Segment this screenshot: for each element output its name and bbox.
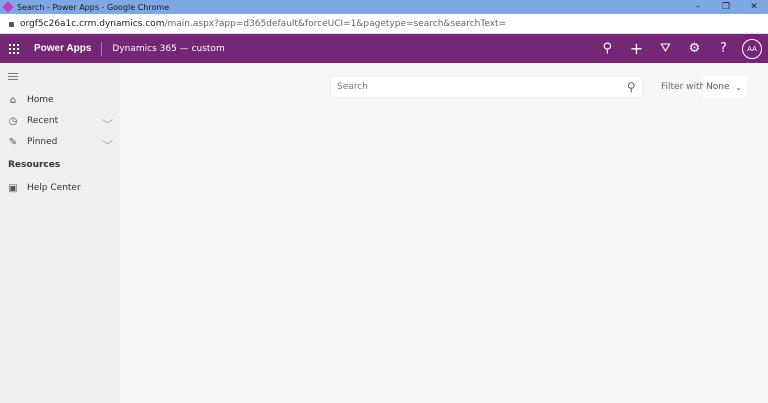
chevron-down-icon[interactable]: ⌵ bbox=[102, 116, 113, 126]
settings-gear-icon[interactable]: ⚙ bbox=[680, 41, 709, 56]
top-nav-bar: Power Apps Dynamics 365 — custom ⚲ + ⛛ ⚙… bbox=[0, 34, 768, 63]
url-host: orgf5c26a1c.crm.dynamics.com bbox=[20, 18, 165, 29]
sidebar-item-label: Home bbox=[27, 95, 54, 105]
minimize-button[interactable]: – bbox=[684, 0, 712, 14]
clock-icon: ◷ bbox=[8, 115, 18, 127]
avatar[interactable]: AA bbox=[742, 38, 762, 59]
sidebar-item-label: Pinned bbox=[27, 137, 58, 147]
hamburger-menu-icon[interactable] bbox=[8, 73, 18, 82]
sidebar-item-home[interactable]: ⌂ Home bbox=[0, 90, 120, 110]
pin-icon: ✎ bbox=[8, 136, 18, 148]
window-title: Search - Power Apps - Google Chrome bbox=[17, 2, 170, 12]
sidebar: ⌂ Home ◷ Recent ⌵ ✎ Pinned ⌵ Resources ▣… bbox=[0, 63, 120, 403]
help-icon[interactable]: ? bbox=[709, 41, 738, 56]
sidebar-item-label: Help Center bbox=[27, 183, 81, 193]
environment-name: Dynamics 365 — custom bbox=[112, 43, 225, 54]
sidebar-item-pinned[interactable]: ✎ Pinned ⌵ bbox=[0, 132, 120, 152]
filter-icon[interactable]: ⛛ bbox=[651, 41, 680, 56]
search-icon[interactable]: ⚲ bbox=[627, 80, 636, 94]
app-launcher-icon[interactable] bbox=[9, 43, 19, 54]
divider bbox=[101, 41, 103, 56]
filter-with-label: Filter with bbox=[661, 82, 706, 92]
app-name[interactable]: Power Apps bbox=[34, 43, 91, 54]
chevron-down-icon[interactable]: ⌵ bbox=[102, 137, 113, 147]
help-center-icon: ▣ bbox=[8, 182, 18, 194]
restore-button[interactable]: ❐ bbox=[712, 0, 740, 14]
power-apps-logo-icon bbox=[2, 1, 14, 13]
home-icon: ⌂ bbox=[9, 94, 17, 106]
sidebar-item-help-center[interactable]: ▣ Help Center bbox=[0, 178, 120, 198]
search-icon[interactable]: ⚲ bbox=[593, 41, 622, 56]
chevron-down-icon: ⌄ bbox=[735, 82, 742, 92]
url-path: /main.aspx?app=d365default&forceUCI=1&pa… bbox=[164, 18, 507, 29]
section-heading-resources: Resources bbox=[8, 160, 61, 170]
filter-select[interactable]: None ⌄ bbox=[703, 76, 747, 98]
browser-title-bar: Search - Power Apps - Google Chrome – ❐ … bbox=[0, 0, 768, 14]
search-placeholder: Search bbox=[337, 82, 368, 92]
close-button[interactable]: ✕ bbox=[740, 0, 768, 14]
address-bar[interactable]: orgf5c26a1c.crm.dynamics.com/main.aspx?a… bbox=[0, 14, 768, 34]
add-icon[interactable]: + bbox=[622, 39, 651, 58]
filter-value: None bbox=[706, 82, 730, 92]
sidebar-item-recent[interactable]: ◷ Recent ⌵ bbox=[0, 111, 120, 131]
search-input[interactable]: Search ⚲ bbox=[330, 76, 643, 98]
lock-icon bbox=[9, 22, 14, 27]
sidebar-item-label: Recent bbox=[27, 116, 59, 126]
